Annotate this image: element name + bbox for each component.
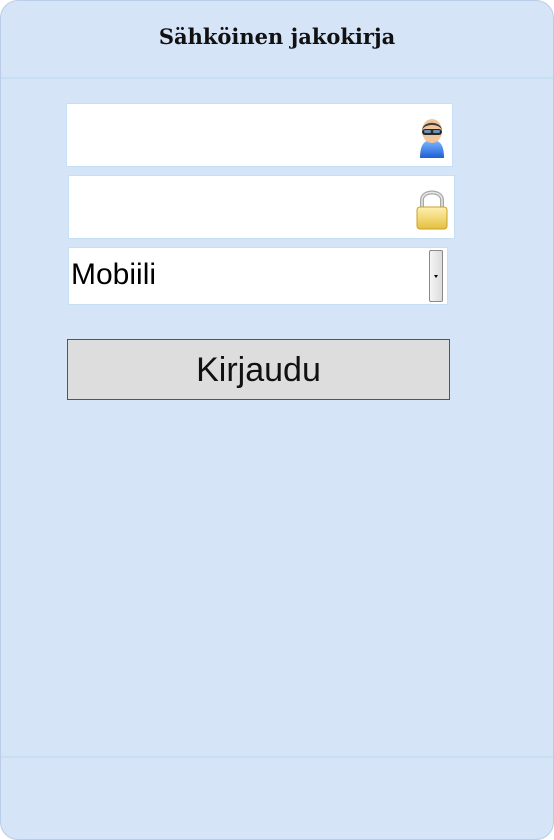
user-icon [420,119,444,158]
page-title: Sähköinen jakokirja [158,23,396,49]
header-bar: Sähköinen jakokirja [1,1,553,79]
username-input[interactable] [67,104,397,166]
app-frame: Sähköinen jakokirja Mobiili Kirjaudu [0,0,554,840]
username-field[interactable] [66,103,453,167]
dropdown-arrow-icon[interactable] [429,250,443,302]
mode-select-value: Mobiili [71,258,157,291]
login-button[interactable]: Kirjaudu [67,339,450,400]
mode-select[interactable]: Mobiili [68,247,448,305]
footer-bar [1,756,553,839]
password-input[interactable] [69,176,399,238]
lock-icon [416,190,448,230]
password-field[interactable] [68,175,455,239]
